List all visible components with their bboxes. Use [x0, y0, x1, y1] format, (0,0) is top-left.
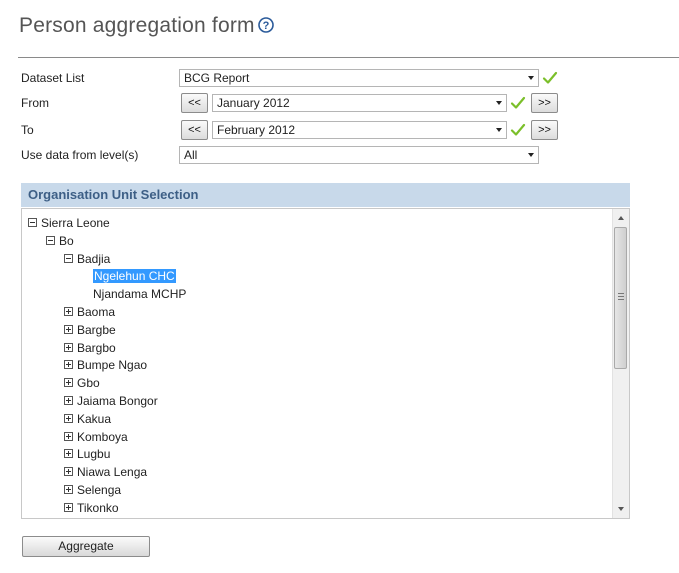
- expand-icon[interactable]: [64, 360, 73, 370]
- tree-node[interactable]: Baoma: [64, 304, 115, 321]
- checkmark-icon: [510, 96, 526, 109]
- expand-icon[interactable]: [64, 414, 73, 424]
- tree-node-label[interactable]: Jaiama Bongor: [77, 394, 158, 408]
- tree-node-label[interactable]: Baoma: [77, 305, 115, 319]
- tree-node[interactable]: Sierra Leone: [28, 215, 110, 232]
- aggregate-button[interactable]: Aggregate: [22, 536, 150, 557]
- to-next-button[interactable]: >>: [531, 120, 558, 140]
- org-unit-tree[interactable]: Sierra Leone Bo Badjia Ngelehun CHC Njandama…: [21, 208, 630, 519]
- tree-node-label[interactable]: Niawa Lenga: [77, 465, 147, 479]
- grip-line: [618, 293, 624, 294]
- from-prev-button[interactable]: <<: [181, 93, 208, 113]
- tree-node-label[interactable]: Selenga: [77, 483, 121, 497]
- grip-line: [618, 299, 624, 300]
- to-prev-button[interactable]: <<: [181, 120, 208, 140]
- page-title: Person aggregation form: [19, 14, 255, 37]
- grip-line: [618, 296, 624, 297]
- from-period-select[interactable]: January 2012: [212, 94, 507, 112]
- level-select[interactable]: All: [179, 146, 539, 164]
- tree-node-label[interactable]: Kakua: [77, 412, 111, 426]
- tree-node-label[interactable]: Badjia: [77, 252, 110, 266]
- tree-node[interactable]: Selenga: [64, 482, 121, 499]
- expand-icon[interactable]: [64, 378, 73, 388]
- tree-node[interactable]: Badjia: [64, 251, 110, 268]
- dataset-select[interactable]: BCG Report: [179, 69, 539, 87]
- svg-text:?: ?: [263, 20, 270, 32]
- level-select-value: All: [184, 148, 198, 162]
- tree-node-label[interactable]: Sierra Leone: [41, 216, 110, 230]
- tree-node-label[interactable]: Gbo: [77, 376, 100, 390]
- dataset-label: Dataset List: [21, 71, 85, 85]
- chevron-down-icon: [496, 101, 502, 105]
- expand-icon[interactable]: [64, 485, 73, 495]
- tree-node[interactable]: Tikonko: [64, 500, 119, 517]
- scroll-up-icon[interactable]: [618, 216, 624, 220]
- scroll-thumb[interactable]: [614, 227, 627, 369]
- checkmark-icon: [510, 123, 526, 136]
- tree-node-label[interactable]: Bumpe Ngao: [77, 358, 147, 372]
- tree-node[interactable]: Bo: [46, 233, 74, 250]
- collapse-icon[interactable]: [28, 218, 37, 228]
- expand-icon[interactable]: [64, 325, 73, 335]
- chevron-down-icon: [496, 128, 502, 132]
- title-divider: [18, 57, 679, 58]
- tree-node[interactable]: Jaiama Bongor: [64, 393, 158, 410]
- expand-icon[interactable]: [64, 432, 73, 442]
- tree-node[interactable]: Bargbe: [64, 322, 116, 339]
- help-circle-icon[interactable]: ?: [258, 17, 274, 33]
- tree-node[interactable]: Bumpe Ngao: [64, 357, 147, 374]
- from-period-value: January 2012: [217, 96, 290, 110]
- tree-node-label[interactable]: Komboya: [77, 430, 128, 444]
- scroll-down-icon[interactable]: [618, 507, 624, 511]
- to-period-value: February 2012: [217, 123, 296, 137]
- collapse-icon[interactable]: [46, 236, 55, 246]
- tree-node-label[interactable]: Njandama MCHP: [93, 287, 186, 301]
- expand-icon[interactable]: [64, 467, 73, 477]
- expand-icon[interactable]: [64, 343, 73, 353]
- tree-node-label[interactable]: Bargbe: [77, 323, 116, 337]
- tree-node[interactable]: Lugbu: [64, 446, 110, 463]
- tree-node[interactable]: Bargbo: [64, 340, 116, 357]
- expand-icon[interactable]: [64, 307, 73, 317]
- tree-scrollbar[interactable]: [612, 209, 629, 518]
- from-next-button[interactable]: >>: [531, 93, 558, 113]
- tree-node-label[interactable]: Tikonko: [77, 501, 119, 515]
- expand-icon[interactable]: [64, 396, 73, 406]
- tree-node-label[interactable]: Ngelehun CHC: [93, 269, 176, 283]
- org-unit-header: Organisation Unit Selection: [21, 183, 630, 207]
- from-label: From: [21, 96, 49, 110]
- expand-icon[interactable]: [64, 449, 73, 459]
- expand-icon[interactable]: [64, 503, 73, 513]
- to-label: To: [21, 123, 34, 137]
- collapse-icon[interactable]: [64, 254, 73, 264]
- tree-node[interactable]: Komboya: [64, 429, 128, 446]
- tree-node[interactable]: Ngelehun CHC: [93, 268, 176, 285]
- chevron-down-icon: [528, 153, 534, 157]
- chevron-down-icon: [528, 76, 534, 80]
- level-label: Use data from level(s): [21, 148, 139, 162]
- tree-node-label[interactable]: Bo: [59, 234, 74, 248]
- tree-node[interactable]: Kakua: [64, 411, 111, 428]
- tree-node[interactable]: Njandama MCHP: [93, 286, 186, 303]
- tree-node[interactable]: Niawa Lenga: [64, 464, 147, 481]
- checkmark-icon: [542, 71, 558, 84]
- tree-node[interactable]: Gbo: [64, 375, 100, 392]
- tree-node-label[interactable]: Lugbu: [77, 447, 110, 461]
- tree-node-label[interactable]: Bargbo: [77, 341, 116, 355]
- to-period-select[interactable]: February 2012: [212, 121, 507, 139]
- dataset-select-value: BCG Report: [184, 71, 250, 85]
